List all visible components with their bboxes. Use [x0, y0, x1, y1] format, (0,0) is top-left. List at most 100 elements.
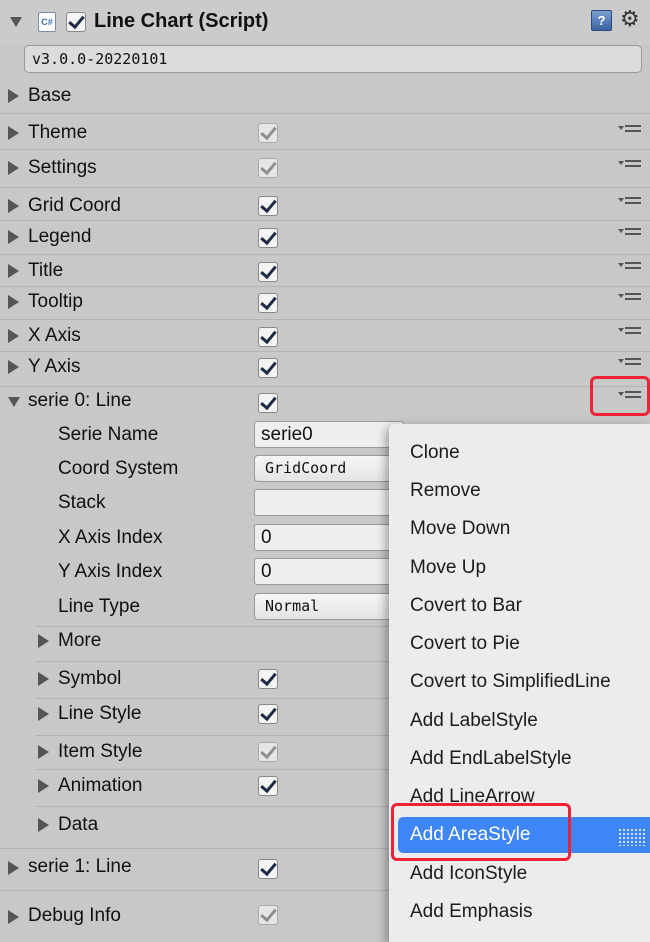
section-serie-1[interactable]: serie 1: Line — [28, 855, 132, 879]
expand-arrow-icon[interactable] — [8, 360, 19, 374]
section-y-axis[interactable]: Y Axis — [28, 355, 80, 379]
section-data[interactable]: Data — [58, 813, 98, 837]
section-animation[interactable]: Animation — [58, 774, 143, 798]
serie-name-input[interactable]: serie0 — [254, 421, 404, 448]
menu-item-covert-to-pie[interactable]: Covert to Pie — [410, 632, 520, 656]
section-item-style[interactable]: Item Style — [58, 740, 142, 764]
divider — [0, 220, 650, 221]
divider — [0, 386, 650, 387]
section-menu-icon[interactable] — [616, 257, 644, 279]
section-theme[interactable]: Theme — [28, 121, 87, 145]
expand-arrow-icon[interactable] — [8, 264, 19, 278]
expand-arrow-icon[interactable] — [8, 861, 19, 875]
serie-0-checkbox[interactable] — [258, 393, 278, 413]
expand-arrow-icon[interactable] — [38, 745, 49, 759]
menu-item-add-emphasis[interactable]: Add Emphasis — [410, 900, 533, 924]
add-areastyle-highlight — [391, 803, 571, 861]
menu-item-add-endlabelstyle[interactable]: Add EndLabelStyle — [410, 747, 572, 771]
section-line-style[interactable]: Line Style — [58, 702, 141, 726]
x-axis-checkbox[interactable] — [258, 327, 278, 347]
collapse-arrow-icon[interactable] — [10, 17, 22, 27]
section-serie-0[interactable]: serie 0: Line — [28, 389, 132, 413]
animation-checkbox[interactable] — [258, 776, 278, 796]
symbol-checkbox[interactable] — [258, 669, 278, 689]
expand-arrow-icon[interactable] — [8, 199, 19, 213]
x-axis-index-input[interactable]: 0 — [254, 524, 404, 551]
stack-input[interactable] — [254, 489, 404, 516]
expand-arrow-icon[interactable] — [38, 818, 49, 832]
title-checkbox[interactable] — [258, 262, 278, 282]
serie-menu-highlight — [590, 376, 650, 416]
menu-item-covert-to-bar[interactable]: Covert to Bar — [410, 594, 522, 618]
expand-arrow-icon[interactable] — [8, 910, 19, 924]
section-menu-icon[interactable] — [616, 192, 644, 214]
divider — [0, 187, 650, 188]
divider — [0, 254, 650, 255]
menu-item-clone[interactable]: Clone — [410, 441, 460, 465]
menu-item-add-labelstyle[interactable]: Add LabelStyle — [410, 709, 538, 733]
line-type-label: Line Type — [58, 596, 141, 617]
expand-arrow-icon[interactable] — [8, 89, 19, 103]
expand-arrow-icon[interactable] — [38, 634, 49, 648]
divider — [0, 319, 650, 320]
menu-item-move-up[interactable]: Move Up — [410, 556, 486, 580]
divider — [0, 113, 650, 114]
section-tooltip[interactable]: Tooltip — [28, 290, 83, 314]
section-symbol[interactable]: Symbol — [58, 667, 121, 691]
menu-item-covert-to-simplifiedline[interactable]: Covert to SimplifiedLine — [410, 670, 611, 694]
theme-checkbox — [258, 123, 278, 143]
section-menu-icon[interactable] — [616, 322, 644, 344]
section-grid-coord[interactable]: Grid Coord — [28, 194, 121, 218]
settings-checkbox — [258, 158, 278, 178]
tooltip-checkbox[interactable] — [258, 293, 278, 313]
debug-info-checkbox — [258, 905, 278, 925]
serie-context-menu-items: Clone Remove Move Down Move Up Covert to… — [389, 424, 650, 942]
menu-item-move-down[interactable]: Move Down — [410, 517, 510, 541]
line-type-dropdown[interactable]: Normal — [254, 593, 404, 620]
version-field: v3.0.0-20220101 — [24, 45, 642, 73]
section-menu-icon[interactable] — [616, 288, 644, 310]
legend-checkbox[interactable] — [258, 228, 278, 248]
help-icon[interactable]: ? — [591, 10, 612, 31]
component-enabled-checkbox[interactable] — [66, 12, 86, 32]
menu-item-add-iconstyle[interactable]: Add IconStyle — [410, 862, 527, 886]
collapse-arrow-icon[interactable] — [8, 397, 20, 407]
csharp-script-icon: C# — [38, 12, 56, 32]
component-title: Line Chart (Script) — [94, 10, 269, 32]
serie-1-checkbox[interactable] — [258, 859, 278, 879]
section-debug-info[interactable]: Debug Info — [28, 904, 121, 928]
grid-coord-checkbox[interactable] — [258, 196, 278, 216]
section-menu-icon[interactable] — [616, 223, 644, 245]
section-menu-icon[interactable] — [616, 120, 644, 142]
serie-name-label: Serie Name — [58, 424, 159, 445]
section-base[interactable]: Base — [28, 84, 71, 108]
coord-system-label: Coord System — [58, 458, 179, 479]
section-settings[interactable]: Settings — [28, 156, 97, 180]
divider — [0, 286, 650, 287]
divider — [0, 149, 650, 150]
y-axis-index-input[interactable]: 0 — [254, 558, 404, 585]
expand-arrow-icon[interactable] — [38, 779, 49, 793]
expand-arrow-icon[interactable] — [8, 295, 19, 309]
component-header: C# Line Chart (Script) ? ⚙ — [0, 0, 650, 44]
divider — [0, 351, 650, 352]
coord-system-dropdown[interactable]: GridCoord — [254, 455, 404, 482]
expand-arrow-icon[interactable] — [38, 672, 49, 686]
section-x-axis[interactable]: X Axis — [28, 324, 81, 348]
expand-arrow-icon[interactable] — [8, 161, 19, 175]
section-more[interactable]: More — [58, 629, 101, 653]
menu-item-remove[interactable]: Remove — [410, 479, 481, 503]
item-style-checkbox — [258, 742, 278, 762]
section-menu-icon[interactable] — [616, 353, 644, 375]
gear-icon[interactable]: ⚙ — [620, 6, 640, 32]
section-menu-icon[interactable] — [616, 155, 644, 177]
expand-arrow-icon[interactable] — [38, 707, 49, 721]
y-axis-checkbox[interactable] — [258, 358, 278, 378]
line-style-checkbox[interactable] — [258, 704, 278, 724]
y-axis-index-label: Y Axis Index — [58, 561, 163, 582]
expand-arrow-icon[interactable] — [8, 329, 19, 343]
expand-arrow-icon[interactable] — [8, 126, 19, 140]
section-title[interactable]: Title — [28, 259, 63, 283]
expand-arrow-icon[interactable] — [8, 230, 19, 244]
section-legend[interactable]: Legend — [28, 225, 91, 249]
